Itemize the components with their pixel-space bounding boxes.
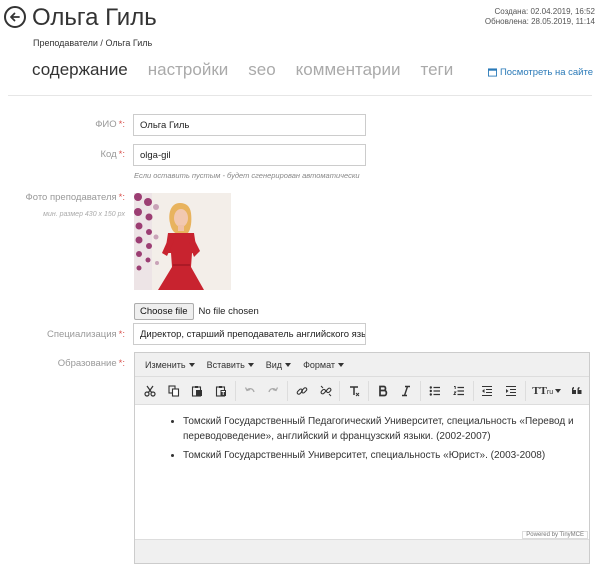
paste-text-icon — [215, 385, 226, 397]
breadcrumb-current: Ольга Гиль — [105, 38, 153, 48]
specialization-label: Специализация *: — [46, 329, 125, 340]
clear-format-icon — [350, 385, 360, 396]
fio-input[interactable]: Ольга Гиль — [133, 114, 366, 136]
indent-icon — [506, 385, 517, 396]
breadcrumb: Преподаватели / Ольга Гиль — [33, 38, 152, 48]
toolbar-separator — [287, 380, 288, 401]
list-item: Томский Государственный Педагогический У… — [183, 415, 583, 444]
caret-down-icon — [555, 388, 562, 393]
powered-by-badge[interactable]: Powered by TinyMCE — [522, 531, 588, 539]
breadcrumb-parent-link[interactable]: Преподаватели — [33, 38, 98, 48]
tab-content[interactable]: содержание — [32, 60, 128, 80]
menu-insert[interactable]: Вставить — [201, 360, 260, 370]
caret-down-icon — [338, 362, 345, 367]
bold-button[interactable] — [371, 380, 395, 402]
tab-settings[interactable]: настройки — [148, 60, 228, 80]
teacher-photo-image — [134, 193, 231, 290]
editor-content-area[interactable]: Томский Государственный Педагогический У… — [135, 405, 589, 531]
fio-label: ФИО *: — [95, 119, 125, 130]
tab-seo[interactable]: seo — [248, 60, 275, 80]
tabs-divider — [8, 95, 592, 96]
code-hint: Если оставить пустым - будет сгенерирова… — [134, 171, 360, 180]
outdent-button[interactable] — [476, 380, 500, 402]
redo-icon — [268, 386, 279, 392]
toolbar-separator — [368, 380, 369, 401]
editor-menubar: Изменить Вставить Вид Формат — [135, 353, 589, 377]
back-button[interactable] — [4, 6, 26, 28]
text-size-icon: TTru — [532, 384, 554, 397]
updated-date: Обновлена: 28.05.2019, 11:14 — [484, 17, 595, 26]
specialization-input[interactable]: Директор, старший преподаватель английск… — [133, 323, 366, 345]
outdent-icon — [482, 385, 493, 396]
caret-down-icon — [247, 362, 254, 367]
text-size-button[interactable]: TTru — [528, 380, 565, 402]
created-date: Создана: 02.04.2019, 16:52 — [494, 7, 595, 16]
menu-format[interactable]: Формат — [297, 360, 350, 370]
toolbar-separator — [339, 380, 341, 401]
italic-icon — [402, 385, 411, 396]
paste-button[interactable] — [185, 380, 209, 402]
photo-size-hint: мин. размер 430 x 150 px — [43, 211, 125, 218]
toolbar-separator — [472, 380, 474, 401]
copy-icon — [167, 384, 179, 397]
page-title: Ольга Гиль — [32, 4, 157, 31]
toolbar-separator — [420, 380, 422, 401]
link-icon — [296, 386, 308, 395]
paste-text-button[interactable] — [209, 380, 233, 402]
view-on-site-link[interactable]: Посмотреть на сайте — [487, 67, 593, 78]
toolbar-separator — [524, 380, 526, 401]
required-mark: *: — [118, 192, 125, 203]
arrow-left-icon — [10, 12, 20, 22]
undo-button[interactable] — [238, 380, 262, 402]
tabs: содержание настройки seo комментарии тег… — [32, 60, 473, 80]
bullet-list-button[interactable] — [423, 380, 447, 402]
photo-file-input: Choose file No file chosen — [134, 303, 259, 320]
view-on-site-label: Посмотреть на сайте — [499, 67, 593, 78]
quote-icon — [572, 386, 582, 394]
required-mark: *: — [118, 329, 125, 340]
choose-file-button[interactable]: Choose file — [134, 303, 194, 320]
numbered-list-button[interactable] — [447, 380, 471, 402]
editor-toolbar: TTru — [135, 377, 589, 405]
code-input[interactable]: olga-gil — [133, 144, 366, 166]
clear-format-button[interactable] — [342, 380, 366, 402]
bullet-list-icon — [429, 385, 441, 396]
required-mark: *: — [118, 149, 125, 160]
teacher-photo — [134, 193, 231, 290]
editor-statusbar — [135, 539, 589, 563]
insert-link-button[interactable] — [290, 380, 314, 402]
photo-label: Фото преподавателя *: — [25, 192, 125, 203]
code-label: Код *: — [100, 149, 126, 160]
cut-button[interactable] — [138, 380, 162, 402]
undo-icon — [244, 386, 255, 392]
bold-icon — [378, 385, 388, 396]
list-item: Томский Государственный Университет, спе… — [183, 449, 583, 464]
scissors-icon — [144, 385, 156, 397]
blockquote-button[interactable] — [565, 380, 589, 402]
education-label: Образование *: — [57, 358, 125, 369]
paste-icon — [192, 385, 203, 397]
menu-view[interactable]: Вид — [260, 360, 297, 370]
required-mark: *: — [118, 119, 125, 130]
tab-comments[interactable]: комментарии — [296, 60, 401, 80]
required-mark: *: — [118, 358, 125, 369]
meta-info: Создана: 02.04.2019, 16:52 Обновлена: 28… — [485, 7, 595, 27]
education-editor: Изменить Вставить Вид Формат TTru Томски… — [134, 352, 590, 564]
caret-down-icon — [285, 362, 292, 367]
copy-button[interactable] — [162, 380, 186, 402]
caret-down-icon — [188, 362, 195, 367]
remove-link-button[interactable] — [314, 380, 338, 402]
unlink-icon — [320, 385, 331, 396]
window-icon — [487, 68, 497, 77]
tab-tags[interactable]: теги — [420, 60, 453, 80]
file-status: No file chosen — [198, 306, 259, 317]
italic-button[interactable] — [395, 380, 419, 402]
numbered-list-icon — [452, 385, 464, 395]
menu-edit[interactable]: Изменить — [139, 360, 201, 370]
redo-button[interactable] — [261, 380, 285, 402]
toolbar-separator — [234, 380, 236, 401]
indent-button[interactable] — [499, 380, 523, 402]
